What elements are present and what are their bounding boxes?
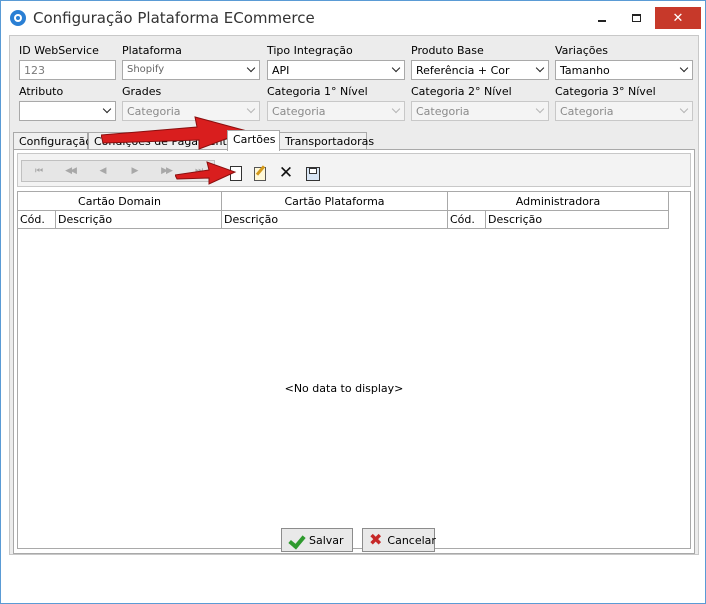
chevron-down-icon [392, 66, 401, 75]
produto-base-label: Produto Base [411, 44, 484, 57]
band-cartao-plataforma: Cartão Plataforma [222, 192, 448, 211]
tipo-integracao-label: Tipo Integração [267, 44, 353, 57]
prev-record-button[interactable]: ◀ [86, 166, 118, 176]
save-button-label: Salvar [309, 533, 344, 547]
empty-grid-message: <No data to display> [284, 382, 404, 395]
delete-icon[interactable]: ✕ [278, 165, 294, 182]
categoria-1-value: Categoria [272, 105, 326, 118]
chevron-down-icon [247, 66, 256, 75]
band-cartao-domain: Cartão Domain [18, 192, 222, 211]
tipo-integracao-select[interactable]: API [267, 60, 405, 80]
title-bar[interactable]: Configuração Plataforma ECommerce ✕ [1, 1, 705, 35]
tipo-integracao-value: API [272, 64, 290, 77]
categoria-2-label: Categoria 2° Nível [411, 85, 512, 98]
app-window: Configuração Plataforma ECommerce ✕ ID W… [0, 0, 706, 604]
save-button[interactable]: Salvar [281, 528, 353, 552]
app-logo-icon [10, 10, 26, 26]
produto-base-select[interactable]: Referência + Cor [411, 60, 549, 80]
edit-document-icon[interactable] [251, 165, 267, 181]
tab-configuracao[interactable]: Configuração [13, 132, 92, 150]
categoria-2-value: Categoria [416, 105, 470, 118]
save-record-icon[interactable] [304, 165, 320, 181]
next-record-button[interactable]: ▶ [118, 166, 150, 176]
minimize-icon [598, 20, 606, 22]
variacoes-value: Tamanho [560, 64, 610, 77]
column-header-codigo[interactable]: Cód. [448, 211, 486, 229]
variacoes-select[interactable]: Tamanho [555, 60, 693, 80]
categoria-1-select[interactable]: Categoria [267, 101, 405, 121]
first-record-button[interactable]: ⏮ [22, 166, 54, 176]
band-administradora: Administradora [448, 192, 669, 211]
atributo-label: Atributo [19, 85, 64, 98]
plataforma-label: Plataforma [122, 44, 182, 57]
annotation-arrow-icon [175, 161, 237, 185]
chevron-down-icon [680, 107, 689, 116]
categoria-3-value: Categoria [560, 105, 614, 118]
window-title: Configuração Plataforma ECommerce [33, 9, 315, 27]
id-webservice-label: ID WebService [19, 44, 99, 57]
tab-transportadoras[interactable]: Transportadoras [279, 132, 374, 150]
column-header-codigo[interactable]: Cód. [18, 211, 56, 229]
produto-base-value: Referência + Cor [416, 64, 510, 77]
cancel-x-icon: ✖ [369, 530, 383, 549]
column-header-descricao[interactable]: Descrição [486, 211, 669, 229]
close-button[interactable]: ✕ [655, 7, 701, 29]
minimize-button[interactable] [587, 7, 617, 29]
cartoes-grid: Cartão Domain Cartão Plataforma Administ… [17, 191, 691, 549]
categoria-3-label: Categoria 3° Nível [555, 85, 656, 98]
cancel-button-label: Cancelar [387, 533, 436, 547]
toolbar: ⏮ ◀◀ ◀ ▶ ▶▶ ⏭ ✕ [17, 153, 691, 187]
categoria-2-select[interactable]: Categoria [411, 101, 549, 121]
maximize-button[interactable] [621, 7, 651, 29]
chevron-down-icon [536, 66, 545, 75]
column-header-descricao[interactable]: Descrição [56, 211, 222, 229]
column-header-descricao[interactable]: Descrição [222, 211, 448, 229]
chevron-down-icon [536, 107, 545, 116]
plataforma-select[interactable]: Shopify [122, 60, 260, 80]
variacoes-label: Variações [555, 44, 609, 57]
cancel-button[interactable]: ✖ Cancelar [362, 528, 436, 552]
tab-cartoes[interactable]: Cartões [227, 130, 280, 151]
chevron-down-icon [680, 66, 689, 75]
plataforma-value: Shopify [127, 64, 165, 75]
grades-label: Grades [122, 85, 162, 98]
categoria-1-label: Categoria 1° Nível [267, 85, 368, 98]
close-icon: ✕ [672, 10, 684, 26]
categoria-3-select[interactable]: Categoria [555, 101, 693, 121]
id-webservice-input[interactable]: 123 [19, 60, 116, 80]
maximize-icon [631, 14, 641, 22]
prev-page-button[interactable]: ◀◀ [54, 166, 86, 176]
chevron-down-icon [392, 107, 401, 116]
checkmark-icon [288, 533, 304, 547]
cartoes-panel: ⏮ ◀◀ ◀ ▶ ▶▶ ⏭ ✕ Cartão Domain Cartão Pla… [13, 149, 695, 554]
